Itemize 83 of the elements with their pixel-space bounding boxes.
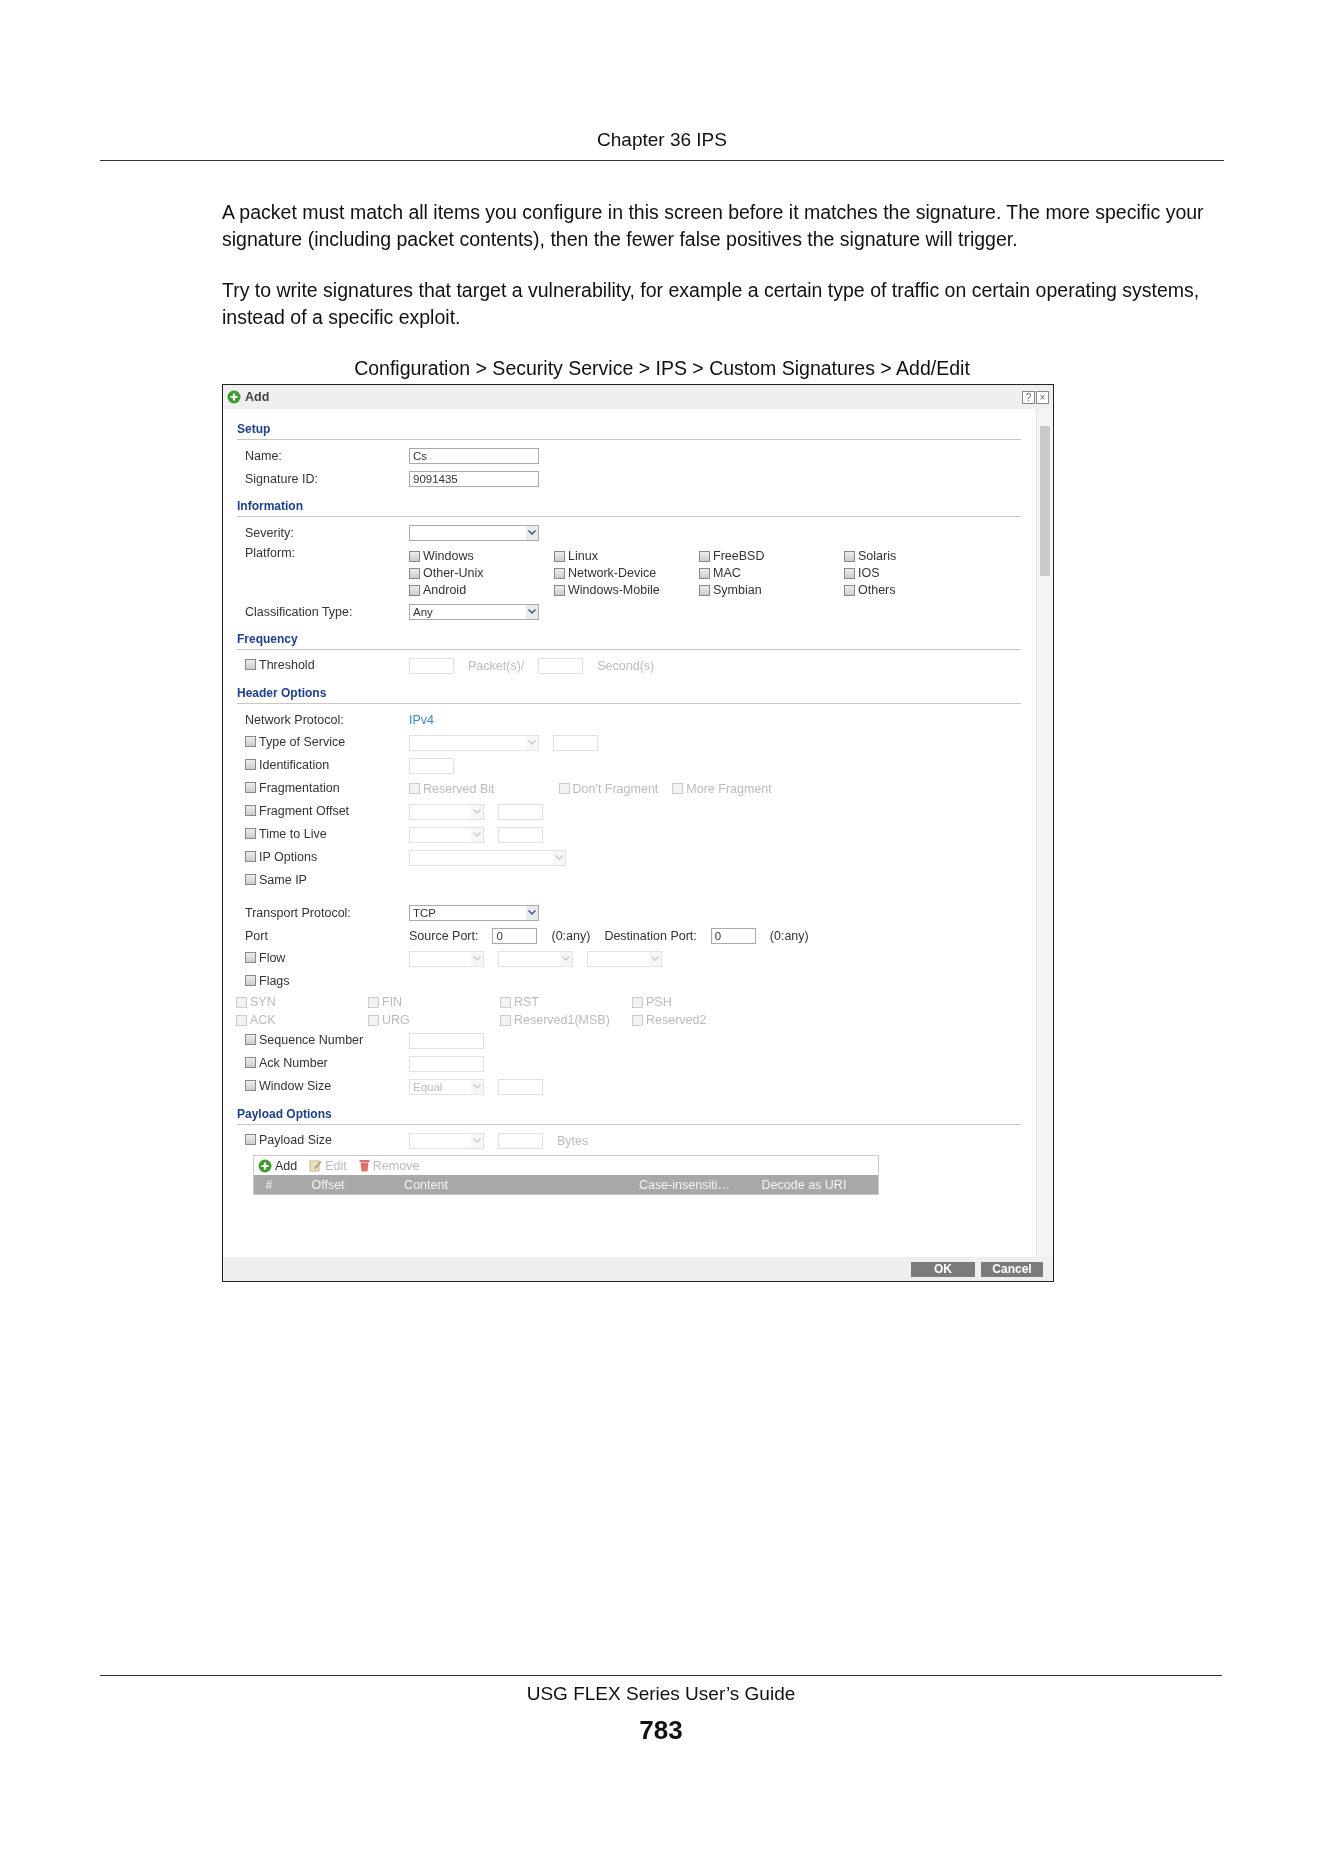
field-value: IPv4	[409, 712, 434, 727]
field-text: Source Port:	[409, 928, 479, 943]
field-label: Network Protocol:	[245, 712, 344, 727]
footer-title: USG FLEX Series User’s Guide	[526, 1683, 796, 1705]
section-heading: Payload Options	[237, 1107, 332, 1121]
field-label: Signature ID:	[245, 471, 318, 486]
section-heading: Information	[237, 499, 303, 513]
caret-icon	[528, 910, 536, 915]
checkbox[interactable]: Time to Live	[245, 826, 327, 841]
scrollbar[interactable]	[1036, 409, 1053, 1257]
edit-icon	[309, 1159, 323, 1172]
checkbox[interactable]: Others	[844, 583, 989, 597]
chapter-title: Chapter 36 IPS	[597, 129, 727, 150]
checkbox[interactable]: Windows-Mobile	[554, 583, 699, 597]
toolbar-button[interactable]: Add	[258, 1158, 298, 1173]
field-label: Classification Type:	[245, 604, 353, 619]
checkbox[interactable]: Flow	[245, 950, 286, 965]
help-button[interactable]: ?	[1022, 390, 1035, 404]
caret-icon	[651, 956, 659, 961]
caret-icon	[473, 956, 481, 961]
dropdown[interactable]	[409, 524, 539, 541]
caret-icon	[473, 809, 481, 814]
checkbox[interactable]: Other-Unix	[409, 566, 554, 580]
checkbox[interactable]: FreeBSD	[699, 549, 844, 563]
body-paragraph: Try to write signatures that target a vulnerability, for example a certain type of traffic on certain operating systems, instead of a specific exploit.	[222, 278, 1201, 330]
field-label: Transport Protocol:	[245, 905, 351, 920]
body-paragraph: A packet must match all items you configure in this screen before it matches the signature. The more specific your signature (including packet contents), then the fewer false positives the signature will trigger.	[222, 200, 1205, 252]
checkbox[interactable]: IP Options	[245, 849, 318, 864]
text-field[interactable]: 9091435	[409, 470, 539, 487]
checkbox[interactable]: IOS	[844, 566, 989, 580]
checkbox[interactable]: Threshold	[245, 657, 315, 672]
checkbox[interactable]: Window Size	[245, 1078, 332, 1093]
checkbox[interactable]: Linux	[554, 549, 699, 563]
checkbox[interactable]: Windows	[409, 549, 554, 563]
section-heading: Setup	[237, 422, 271, 436]
caret-icon	[528, 609, 536, 614]
caret-icon	[562, 956, 570, 961]
checkbox[interactable]: Identification	[245, 757, 330, 772]
caret-icon	[473, 1084, 481, 1089]
dialog-title: Add	[245, 390, 270, 404]
dropdown[interactable]: Any	[409, 603, 539, 620]
text-field[interactable]: 0	[492, 927, 538, 944]
dropdown[interactable]: TCP	[409, 904, 539, 921]
caret-icon	[528, 740, 536, 745]
field-label: Name:	[245, 448, 282, 463]
field-text: Destination Port:	[604, 928, 697, 943]
checkbox[interactable]: Android	[409, 583, 554, 597]
checkbox[interactable]: Fragment Offset	[245, 803, 350, 818]
section-heading: Header Options	[237, 686, 327, 700]
add-icon	[227, 390, 241, 404]
checkbox[interactable]: Symbian	[699, 583, 844, 597]
checkbox[interactable]: Fragmentation	[245, 780, 340, 795]
field-label: Severity:	[245, 525, 294, 540]
field-text: Bytes	[557, 1133, 589, 1148]
checkbox[interactable]: MAC	[699, 566, 844, 580]
field-label: Platform:	[245, 546, 295, 560]
checkbox[interactable]: Solaris	[844, 549, 989, 563]
caret-icon	[473, 1138, 481, 1143]
checkbox[interactable]: Type of Service	[245, 734, 346, 749]
caret-icon	[473, 832, 481, 837]
field-label: Port	[245, 928, 268, 943]
field-text: Packet(s)/	[468, 658, 525, 673]
field-text: Second(s)	[597, 658, 655, 673]
field-text: (0:any)	[551, 928, 591, 943]
checkbox[interactable]: Network-Device	[554, 566, 699, 580]
caret-icon	[555, 855, 563, 860]
checkbox[interactable]: Flags	[245, 973, 290, 988]
checkbox[interactable]: Same IP	[245, 872, 307, 887]
figure-caption: Configuration > Security Service > IPS > Custom Signatures > Add/Edit	[353, 356, 971, 381]
text-field[interactable]: 0	[710, 927, 756, 944]
section-heading: Frequency	[237, 632, 298, 646]
cancel-button[interactable]: Cancel	[981, 1261, 1043, 1277]
close-button[interactable]: ×	[1036, 390, 1049, 404]
caret-icon	[528, 530, 536, 535]
ok-button[interactable]: OK	[911, 1261, 975, 1277]
trash-icon	[358, 1159, 370, 1172]
checkbox[interactable]: Sequence Number	[245, 1032, 364, 1047]
text-field[interactable]: Cs	[409, 447, 539, 464]
page-number: 783	[639, 1715, 683, 1746]
checkbox[interactable]: Ack Number	[245, 1055, 328, 1070]
checkbox[interactable]: Payload Size	[245, 1132, 332, 1147]
add-icon	[258, 1158, 272, 1173]
field-text: (0:any)	[769, 928, 809, 943]
